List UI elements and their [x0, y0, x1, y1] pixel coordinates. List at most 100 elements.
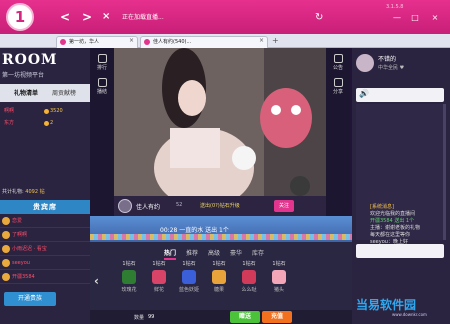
- vip-row[interactable]: 开疆3584: [0, 270, 90, 284]
- avatar: [2, 259, 10, 267]
- avatar[interactable]: [356, 54, 374, 72]
- forward-button[interactable]: >: [82, 11, 92, 23]
- recharge-button[interactable]: 充值: [262, 311, 292, 323]
- gift-send-bar: 数量 99 赠送 充值: [90, 310, 352, 324]
- room-sidebar: ROOM 第一坊视频平台 礼物清单 周贡献榜 啊啊 3520 东方 2 共计礼物…: [0, 48, 90, 324]
- gift-total-label: 共计礼物:: [2, 189, 24, 195]
- vip-row[interactable]: seeyou: [0, 256, 90, 270]
- vip-seat-header: 贵宾席: [0, 200, 90, 214]
- gift-scroll-left-icon[interactable]: ‹: [94, 274, 99, 288]
- rank-icon: [97, 54, 107, 63]
- gift-kiss-icon: [242, 270, 256, 284]
- gift-item[interactable]: 1钻石蓝色妖姬: [176, 260, 202, 302]
- tab-recommend[interactable]: 推荐: [186, 248, 198, 257]
- chat-input[interactable]: [356, 244, 444, 258]
- chat-scrollbar[interactable]: [443, 104, 446, 240]
- gift-name: 蓝色妖姬: [178, 287, 199, 293]
- gift-price: 1钻石: [152, 261, 166, 267]
- gift-name: 糖果: [213, 287, 224, 293]
- gift-total-value: 4092 钻: [25, 189, 45, 195]
- avatar[interactable]: [118, 199, 132, 213]
- tab-label: 第一坊，华人: [69, 39, 100, 45]
- back-button[interactable]: <: [60, 11, 70, 23]
- tab-close-icon[interactable]: ×: [259, 37, 264, 44]
- vip-row[interactable]: 恋爱: [0, 214, 90, 228]
- gift-candy-icon: [212, 270, 226, 284]
- tab-advanced[interactable]: 高级: [208, 248, 220, 257]
- quantity-select[interactable]: 99: [148, 314, 154, 320]
- ranking-name: 东方: [4, 120, 15, 126]
- user-card: 不错的 中华全民 ♥: [352, 48, 450, 80]
- gift-item[interactable]: 1钻石么么哒: [236, 260, 262, 302]
- tab-close-icon[interactable]: ×: [129, 37, 134, 44]
- speaker-icon[interactable]: 🔊: [359, 89, 369, 98]
- watermark: 当易软件园: [356, 298, 417, 312]
- give-gift-button[interactable]: 赠送: [230, 311, 260, 323]
- broadcast-button[interactable]: 播结: [90, 78, 114, 95]
- share-button[interactable]: 分享: [326, 78, 350, 95]
- tab-live-room[interactable]: 佳人有约(540)... ×: [140, 36, 268, 48]
- notice-button[interactable]: 公告: [326, 54, 350, 71]
- broadcast-icon: [97, 78, 107, 87]
- gift-pig-icon: [272, 270, 286, 284]
- ranking-row[interactable]: 东方 2: [0, 118, 90, 129]
- avatar: [2, 245, 10, 253]
- follow-button[interactable]: 关注: [274, 200, 294, 212]
- diamond-icon: [44, 121, 49, 126]
- maximize-button[interactable]: □: [410, 14, 420, 22]
- tab-home[interactable]: 第一坊，华人 ×: [56, 36, 138, 48]
- host-name[interactable]: 佳人有约: [136, 202, 160, 211]
- vip-name: 了啊啊: [12, 232, 28, 238]
- vip-row[interactable]: 小雨迟迟 · 看宝: [0, 242, 90, 256]
- gift-rose-icon: [122, 270, 136, 284]
- watermark-url: www.downkr.com: [392, 312, 427, 317]
- gift-item[interactable]: 1钻石糖果: [206, 260, 232, 302]
- gift-name: 么么哒: [241, 287, 257, 293]
- gift-price: 1钻石: [242, 261, 256, 267]
- tab-weekly-contribution[interactable]: 周贡献榜: [52, 88, 76, 97]
- chat-panel: 不错的 中华全民 ♥ 🔊 [系统消息] 欢迎光临我的直播间 开疆3584 送出 1个…: [352, 48, 450, 324]
- new-tab-button[interactable]: +: [272, 36, 279, 45]
- close-page-button[interactable]: ×: [102, 11, 110, 23]
- minimize-button[interactable]: —: [392, 14, 402, 22]
- live-video[interactable]: [114, 48, 326, 196]
- decoration-bead-strip: [90, 234, 352, 240]
- chat-message: 主播：谢谢老板的礼物: [370, 225, 421, 231]
- gift-name: 鲜花: [153, 287, 164, 293]
- gift-price: 1钻石: [182, 261, 196, 267]
- gift-item[interactable]: 1钻石鲜花: [146, 260, 172, 302]
- tab-luxury[interactable]: 豪华: [230, 248, 242, 257]
- vip-name: 恋爱: [12, 218, 23, 224]
- open-vip-button[interactable]: 开通贵族: [4, 292, 56, 306]
- gift-item[interactable]: 1钻石 玫瑰花: [116, 260, 142, 302]
- user-level: 中华全民 ♥: [378, 65, 405, 71]
- tab-gift-list[interactable]: 礼物清单: [14, 88, 38, 97]
- site-icon: [144, 39, 150, 45]
- avatar: [2, 273, 10, 281]
- gift-total: 共计礼物: 4092 钻: [2, 188, 45, 195]
- tab-inventory[interactable]: 库存: [252, 248, 264, 257]
- gift-name: 玫瑰花: [121, 287, 137, 293]
- rank-button[interactable]: 排行: [90, 54, 114, 71]
- version-label: 3.1.5.8: [386, 4, 404, 10]
- gift-price: 1钻石: [212, 261, 226, 267]
- close-window-button[interactable]: ×: [430, 14, 440, 22]
- address-bar[interactable]: 正在加载直播...: [122, 14, 322, 22]
- tab-label: 佳人有约(540)...: [153, 39, 192, 45]
- gift-item[interactable]: 1钻石 猪头: [266, 260, 292, 302]
- vip-name: seeyou: [12, 260, 30, 266]
- chat-messages: [系统消息] 欢迎光临我的直播间 开疆3584 送出 1个 主播：谢谢老板的礼物 每天都…: [356, 104, 444, 245]
- vip-row[interactable]: 了啊啊: [0, 228, 90, 242]
- audio-control[interactable]: 🔊: [356, 88, 444, 102]
- notice-label: 公告: [332, 65, 343, 71]
- tab-hot[interactable]: 热门: [164, 248, 177, 260]
- room-title: ROOM: [2, 52, 58, 68]
- notice-icon: [333, 54, 343, 63]
- avatar: [2, 217, 10, 225]
- reload-icon[interactable]: ↻: [315, 12, 323, 23]
- gift-category-tabs: 热门 推荐 高级 豪华 库存: [150, 248, 350, 260]
- broadcast-label: 播结: [96, 89, 107, 95]
- ranking-row[interactable]: 啊啊 3520: [0, 106, 90, 117]
- host-info-bar: 佳人有约 52 送出(0?)钻石升级 关注: [114, 196, 326, 216]
- host-fans-count: 52: [176, 202, 183, 208]
